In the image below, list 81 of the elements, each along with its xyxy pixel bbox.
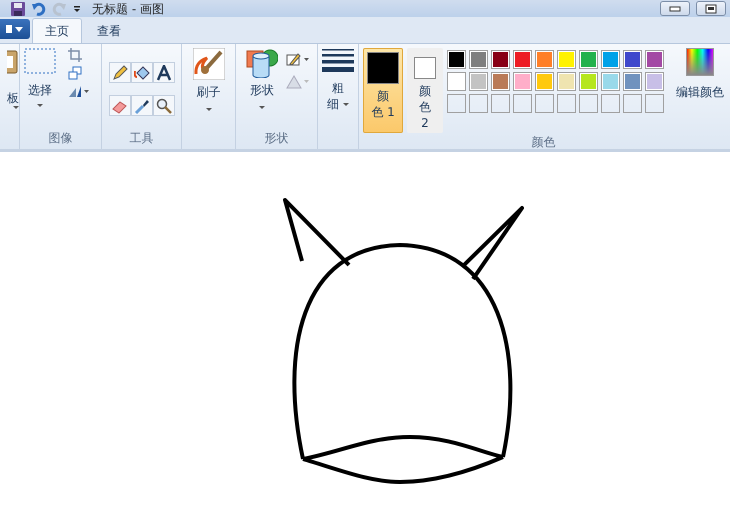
eraser-tool-button[interactable] (108, 95, 130, 116)
palette-swatch[interactable] (513, 50, 532, 69)
color-spectrum-icon (686, 48, 714, 76)
palette-swatch[interactable] (557, 72, 576, 91)
empty-swatch[interactable] (601, 94, 620, 113)
shapes-button[interactable]: 形状 (246, 48, 278, 129)
palette-swatch[interactable] (623, 72, 642, 91)
palette-swatch[interactable] (601, 50, 620, 69)
shapes-icon (246, 48, 278, 78)
caret-icon (13, 106, 19, 109)
outline-pencil-icon[interactable] (286, 52, 310, 66)
group-label: 工具 (128, 130, 154, 147)
empty-swatch[interactable] (557, 94, 576, 113)
edit-colors-button[interactable]: 编辑颜色 (676, 48, 724, 133)
rotate-icon[interactable] (68, 84, 90, 98)
palette-swatch[interactable] (601, 72, 620, 91)
palette-swatch[interactable] (447, 72, 466, 91)
caret-icon (206, 108, 212, 111)
caret-icon (259, 106, 265, 109)
palette-swatch[interactable] (579, 50, 598, 69)
window-title: 无标题 - 画图 (92, 0, 164, 18)
palette-swatch[interactable] (513, 72, 532, 91)
undo-icon[interactable] (32, 2, 46, 16)
fill-bucket-icon (286, 74, 310, 90)
paint-bucket-icon (134, 64, 150, 80)
palette-swatch[interactable] (579, 72, 598, 91)
group-label: 形状 (264, 130, 290, 147)
maximize-button[interactable] (696, 1, 726, 16)
resize-icon[interactable] (68, 66, 82, 80)
empty-swatch[interactable] (579, 94, 598, 113)
color-picker-icon (134, 98, 150, 114)
palette-swatch[interactable] (557, 50, 576, 69)
empty-swatch[interactable] (535, 94, 554, 113)
empty-swatch[interactable] (491, 94, 510, 113)
minimize-button[interactable] (660, 1, 690, 16)
dropdown-icon[interactable] (72, 4, 82, 14)
palette-swatch[interactable] (535, 50, 554, 69)
maximize-icon (705, 4, 717, 14)
palette-swatch[interactable] (623, 50, 642, 69)
minimize-icon (669, 6, 681, 12)
select-button[interactable]: 选择 (24, 48, 56, 129)
group-label: 颜色 (530, 134, 556, 151)
color-select-button[interactable]: 颜 色 1 (363, 48, 403, 133)
color-picker-tool-button[interactable] (130, 95, 152, 116)
palette-swatch[interactable] (469, 72, 488, 91)
magnifier-icon (156, 98, 172, 114)
palette-swatch[interactable] (447, 50, 466, 69)
size-button[interactable]: 粗 细 (322, 48, 354, 129)
empty-swatch[interactable] (447, 94, 466, 113)
palette-swatch[interactable] (491, 72, 510, 91)
palette-swatch[interactable] (645, 50, 664, 69)
color-select-button[interactable]: 颜 色 2 (407, 48, 443, 133)
clipboard-icon (7, 48, 19, 74)
palette-swatch[interactable] (535, 72, 554, 91)
magnifier-tool-button[interactable] (152, 95, 174, 116)
empty-swatch[interactable] (623, 94, 642, 113)
palette-swatch[interactable] (645, 72, 664, 91)
pencil-tool-button[interactable] (108, 62, 130, 83)
empty-swatch[interactable] (645, 94, 664, 113)
empty-swatch[interactable] (513, 94, 532, 113)
file-menu-button[interactable] (0, 19, 30, 39)
palette-swatch[interactable] (469, 50, 488, 69)
menu-icon (6, 24, 24, 34)
text-tool-tool-button[interactable] (152, 62, 174, 83)
pencil-icon (112, 64, 128, 80)
empty-swatch[interactable] (469, 94, 488, 113)
ribbon-tab[interactable]: 查看 (84, 18, 134, 43)
selection-rectangle-icon (24, 48, 56, 74)
save-icon[interactable] (10, 0, 26, 16)
paint-bucket-tool-button[interactable] (130, 62, 152, 83)
brushes-button[interactable]: 刷子 (192, 48, 224, 129)
brush-icon (192, 48, 224, 80)
ribbon-tab[interactable]: 主页 (32, 18, 82, 43)
caret-icon (343, 102, 349, 106)
palette-swatch[interactable] (491, 50, 510, 69)
caret-icon (37, 104, 43, 107)
line-widths-icon (322, 48, 354, 72)
group-label: 图像 (48, 130, 74, 147)
text-tool-icon (156, 64, 172, 80)
crop-icon[interactable] (68, 48, 82, 62)
paste-button[interactable]: 板 (7, 48, 19, 109)
